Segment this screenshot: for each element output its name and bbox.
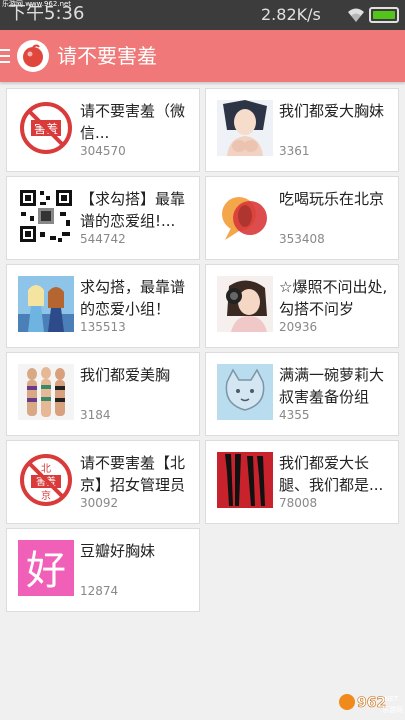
anime-girl-thumb [217,100,273,156]
girl-camera-thumb [217,276,273,332]
battery-icon [369,7,399,23]
group-title: 我们都爱美胸 [80,366,171,384]
wifi-icon [348,8,364,22]
group-card[interactable]: 吃喝玩乐在北京 353408 [205,176,399,260]
group-title: 豆瓣好胸妹 [80,542,156,560]
group-title: 求勾搭，最靠谱的恋爱小组！ [80,278,186,318]
speech-bubbles-thumb [217,188,273,244]
no-shy-logo-thumb: 害羞 [18,100,74,156]
group-card[interactable]: 【求勾搭】最靠谱的恋爱组!... 544742 [6,176,200,260]
beijing-no-shy-logo-thumb: 北 害羞 京 [18,452,74,508]
group-title: 我们都爱大胸妹 [279,102,385,120]
hamburger-icon[interactable] [0,49,10,63]
group-card[interactable]: 求勾搭，最靠谱的恋爱小组！ 135513 [6,264,200,348]
frozen-sisters-thumb [18,276,74,332]
group-member-count: 20936 [279,320,318,334]
group-card[interactable]: 害羞 请不要害羞（微信... 304570 [6,88,200,172]
group-title: 请不要害羞（微信... [80,102,186,142]
svg-text:好: 好 [26,548,66,594]
group-card[interactable]: ☆爆照不问出处,勾搭不问岁 20936 [205,264,399,348]
qr-code-thumb [18,188,74,244]
legs-silhouette-thumb [217,452,273,508]
group-card[interactable]: 我们都爱大胸妹 3361 [205,88,399,172]
group-title: ☆爆照不问出处,勾搭不问岁 [279,278,388,318]
site-brand-sub: 乐游网 [382,705,403,714]
status-bar: 乐游网 www.962.net 下午5:36 2.82K/s [0,0,405,30]
app-logo-icon[interactable] [17,40,49,72]
site-brand-suffix: .NET [382,695,399,703]
group-member-count: 12874 [80,584,119,598]
group-card[interactable]: 满满一碗萝莉大叔害羞备份组 4355 [205,352,399,436]
group-member-count: 3184 [80,408,111,422]
bikini-women-thumb [18,364,74,420]
svg-text:北: 北 [41,463,51,475]
group-title: 满满一碗萝莉大叔害羞备份组 [279,366,385,406]
group-member-count: 304570 [80,144,126,158]
svg-text:京: 京 [41,489,51,502]
site-watermark-logo: 962 .NET 乐游网 [339,694,403,714]
cat-drawing-thumb [217,364,273,420]
group-card[interactable]: 好 豆瓣好胸妹 12874 [6,528,200,612]
status-time: 下午5:36 [8,3,85,24]
group-title: 请不要害羞【北京】招女管理员 [80,454,186,494]
group-title: 吃喝玩乐在北京 [279,190,385,208]
network-speed: 2.82K/s [261,5,321,24]
app-bar: 请不要害羞 [0,30,405,82]
group-title: 我们都爱大长腿、我们都是... [279,454,384,494]
page-title: 请不要害羞 [57,44,157,68]
group-member-count: 30092 [80,496,119,510]
group-card[interactable]: 北 害羞 京 请不要害羞【北京】招女管理员 30092 [6,440,200,524]
group-card[interactable]: 我们都爱大长腿、我们都是... 78008 [205,440,399,524]
hao-character-thumb: 好 [18,540,74,596]
group-member-count: 3361 [279,144,310,158]
group-member-count: 544742 [80,232,126,246]
group-member-count: 353408 [279,232,325,246]
group-card[interactable]: 我们都爱美胸 3184 [6,352,200,436]
group-member-count: 78008 [279,496,318,510]
group-member-count: 4355 [279,408,310,422]
group-member-count: 135513 [80,320,126,334]
group-title: 【求勾搭】最靠谱的恋爱组!... [80,190,186,230]
